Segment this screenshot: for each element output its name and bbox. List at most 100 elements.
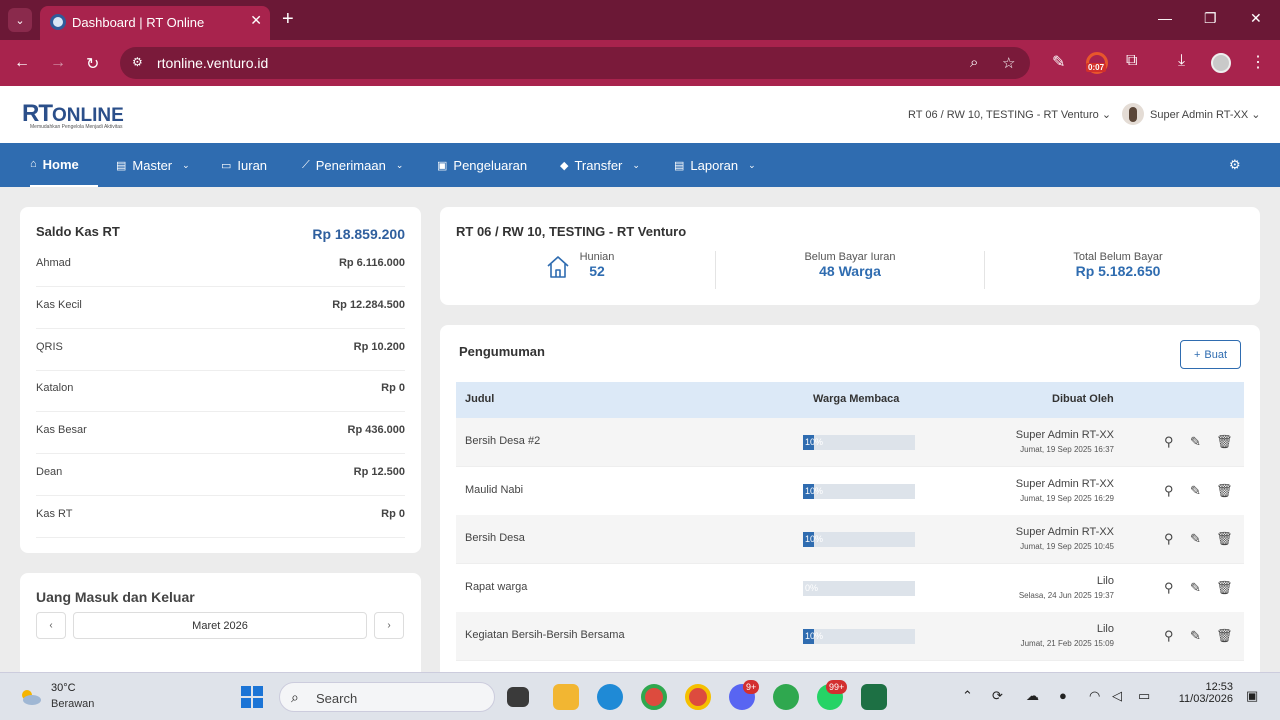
weather-cloud-sun-icon xyxy=(22,690,41,705)
delete-trash-icon[interactable]: 🗑 xyxy=(1216,628,1233,644)
edit-icon[interactable]: ✎ xyxy=(1190,628,1201,644)
url-text: rtonline.venturo.id xyxy=(157,55,269,71)
read-progress-bar: 10% xyxy=(803,532,915,548)
nav-pengeluaran[interactable]: ▣ Pengeluaran xyxy=(437,143,527,187)
edit-icon[interactable]: ✎ xyxy=(1190,580,1201,596)
nav-home[interactable]: ⌂ Home xyxy=(30,143,98,187)
table-row[interactable]: Maulid Nabi 10% Super Admin RT-XX Jumat, 19… xyxy=(456,467,1244,516)
rt-info-card: RT 06 / RW 10, TESTING - RT Venturo Huni… xyxy=(440,207,1260,305)
tray-mic-icon[interactable]: ● xyxy=(1059,688,1067,703)
nav-transfer[interactable]: ◆ Transfer ⌄ xyxy=(560,143,640,187)
saldo-row: Dean Rp 12.500 xyxy=(36,454,405,496)
weather-condition: Berawan xyxy=(51,698,95,710)
document-icon: ▤ xyxy=(116,159,127,172)
edit-icon[interactable]: ✎ xyxy=(1190,434,1201,450)
settings-gear-icon[interactable]: ⚙ xyxy=(1229,157,1241,173)
saldo-row-label: QRIS xyxy=(36,341,63,353)
battery-icon[interactable]: ▭ xyxy=(1138,688,1150,704)
pin-icon[interactable]: ⚲ xyxy=(1164,580,1174,596)
tab-search-button[interactable]: ⌄ xyxy=(8,8,32,32)
back-icon[interactable]: ← xyxy=(14,54,30,72)
table-row[interactable]: Kegiatan Bersih-Bersih Bersama 10% Lilo Jum… xyxy=(456,612,1244,662)
restore-icon[interactable]: ❐ xyxy=(1204,10,1217,27)
new-tab-button[interactable]: + xyxy=(282,8,294,30)
tray-cloud-icon[interactable]: ☁ xyxy=(1026,688,1039,704)
row-judul[interactable]: Bersih Desa #2 xyxy=(465,435,540,447)
chevron-down-icon: ⌄ xyxy=(632,159,640,170)
browser-menu-icon[interactable]: ⋮ xyxy=(1250,52,1266,72)
edit-icon[interactable]: ✎ xyxy=(1190,531,1201,547)
reload-icon[interactable]: ↻ xyxy=(86,54,99,74)
month-selector[interactable]: Maret 2026 xyxy=(73,612,367,639)
profile-avatar-icon[interactable] xyxy=(1211,53,1231,73)
delete-trash-icon[interactable]: 🗑 xyxy=(1216,531,1233,547)
excel-icon[interactable] xyxy=(861,684,887,710)
bookmark-star-icon[interactable]: ☆ xyxy=(1002,54,1015,72)
nav-penerimaan[interactable]: ⟋ Penerimaan ⌄ xyxy=(302,143,403,187)
nav-laporan[interactable]: ▤ Laporan ⌄ xyxy=(674,143,756,187)
nav-laporan-label: Laporan xyxy=(690,157,739,173)
col-dibuat-oleh: Dibuat Oleh xyxy=(1052,393,1114,405)
rt-info-title: RT 06 / RW 10, TESTING - RT Venturo xyxy=(456,224,687,239)
edge-browser-icon[interactable] xyxy=(597,684,623,710)
notification-icon[interactable]: ▣ xyxy=(1246,688,1258,704)
chrome-alt-icon[interactable] xyxy=(773,684,799,710)
row-judul[interactable]: Bersih Desa xyxy=(465,532,525,544)
app-header: RTONLINE Memudahkan Pengelola Menjadi Ak… xyxy=(0,86,1280,143)
nav-iuran[interactable]: ▭ Iuran xyxy=(221,143,267,187)
rt-online-logo[interactable]: RTONLINE Memudahkan Pengelola Menjadi Ak… xyxy=(22,100,132,132)
nav-iuran-label: Iuran xyxy=(237,157,268,173)
buat-label: Buat xyxy=(1204,348,1228,361)
chevron-down-icon: ⌄ xyxy=(1251,109,1261,121)
address-bar[interactable]: ⚙ rtonline.venturo.id ⌕ ☆ xyxy=(120,47,1030,79)
row-judul[interactable]: Kegiatan Bersih-Bersih Bersama xyxy=(465,629,625,641)
row-date: Jumat, 21 Feb 2025 15:09 xyxy=(1020,639,1114,649)
recorder-extension-icon[interactable]: 0:07 xyxy=(1086,52,1108,74)
row-author: Super Admin RT-XX xyxy=(1015,526,1114,539)
windows-start-icon[interactable] xyxy=(241,686,263,708)
row-judul[interactable]: Rapat warga xyxy=(465,581,527,593)
saldo-row: QRIS Rp 10.200 xyxy=(36,329,405,371)
extensions-puzzle-icon[interactable]: ⧉ xyxy=(1126,52,1137,70)
table-row[interactable]: Bersih Desa 10% Super Admin RT-XX Jumat, 19… xyxy=(456,515,1244,565)
taskbar-search[interactable]: ⌕ Search xyxy=(279,682,495,712)
window-close-icon[interactable]: ✕ xyxy=(1250,10,1262,27)
site-info-icon[interactable]: ⚙ xyxy=(132,55,148,71)
chrome-profile-icon[interactable] xyxy=(641,684,667,710)
pin-icon[interactable]: ⚲ xyxy=(1164,531,1174,547)
pin-icon[interactable]: ⚲ xyxy=(1164,483,1174,499)
rt-selector-dropdown[interactable]: RT 06 / RW 10, TESTING - RT Venturo ⌄ xyxy=(908,108,1111,121)
uang-title: Uang Masuk dan Keluar xyxy=(36,589,195,605)
browser-tab[interactable]: Dashboard | RT Online ✕ xyxy=(40,6,270,40)
table-row[interactable]: Bersih Desa #2 10% Super Admin RT-XX Jumat,… xyxy=(456,418,1244,467)
chrome-icon[interactable] xyxy=(685,684,711,710)
pin-icon[interactable]: ⚲ xyxy=(1164,434,1174,450)
extension-pen-icon[interactable]: ✎ xyxy=(1052,52,1065,72)
wifi-icon[interactable]: ◠ xyxy=(1089,688,1100,704)
volume-icon[interactable]: ◁ xyxy=(1112,688,1122,704)
tray-sync-icon[interactable]: ⟳ xyxy=(992,688,1003,704)
delete-trash-icon[interactable]: 🗑 xyxy=(1216,580,1233,596)
delete-trash-icon[interactable]: 🗑 xyxy=(1216,434,1233,450)
file-explorer-icon[interactable] xyxy=(553,684,579,710)
edit-icon[interactable]: ✎ xyxy=(1190,483,1201,499)
delete-trash-icon[interactable]: 🗑 xyxy=(1216,483,1233,499)
belum-bayar-label: Belum Bayar Iuran xyxy=(804,251,896,263)
forward-icon[interactable]: → xyxy=(50,54,66,72)
row-judul[interactable]: Maulid Nabi xyxy=(465,484,523,496)
prev-month-button[interactable]: ‹ xyxy=(36,612,66,639)
minimize-icon[interactable]: — xyxy=(1158,10,1172,26)
buat-button[interactable]: + Buat xyxy=(1180,340,1241,369)
download-icon[interactable]: ⤓ xyxy=(1178,52,1185,70)
tray-overflow-icon[interactable]: ⌃ xyxy=(962,688,973,704)
tab-close-icon[interactable]: ✕ xyxy=(250,12,262,29)
table-row[interactable]: Rapat warga 0% Lilo Selasa, 24 Jun 2025 19:… xyxy=(456,564,1244,613)
next-month-button[interactable]: › xyxy=(374,612,404,639)
whatsapp-badge: 99+ xyxy=(826,680,848,694)
saldo-total: Rp 18.859.200 xyxy=(312,226,405,242)
system-clock[interactable]: 12:53 11/03/2026 xyxy=(1179,681,1233,705)
pin-icon[interactable]: ⚲ xyxy=(1164,628,1174,644)
task-view-icon[interactable] xyxy=(507,687,529,707)
zoom-icon[interactable]: ⌕ xyxy=(970,54,978,71)
nav-master[interactable]: ▤ Master ⌄ xyxy=(116,143,190,187)
